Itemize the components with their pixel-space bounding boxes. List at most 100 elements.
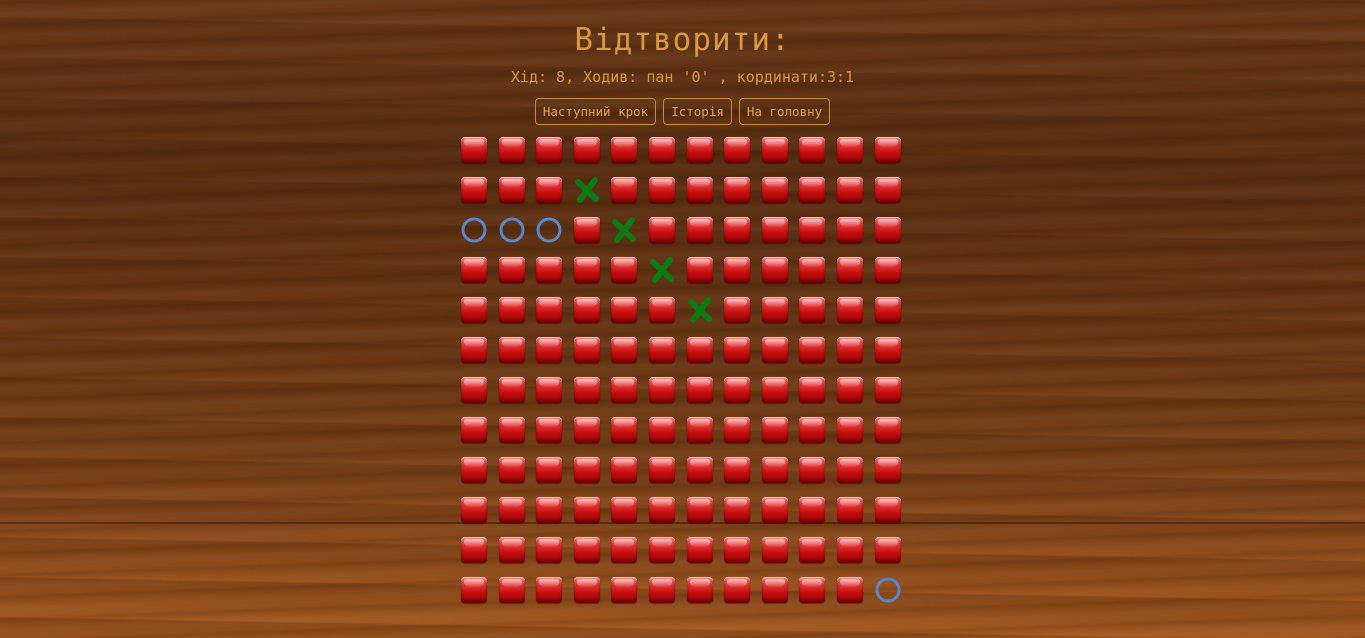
- empty-cell[interactable]: [686, 577, 713, 603]
- empty-cell[interactable]: [461, 377, 487, 403]
- empty-cell[interactable]: [573, 457, 600, 483]
- empty-cell[interactable]: [536, 537, 563, 563]
- empty-cell[interactable]: [724, 137, 751, 163]
- empty-cell[interactable]: [573, 377, 600, 403]
- empty-cell[interactable]: [761, 177, 788, 203]
- empty-cell[interactable]: [836, 497, 863, 523]
- empty-cell[interactable]: [874, 417, 901, 443]
- empty-cell[interactable]: [799, 537, 826, 563]
- empty-cell[interactable]: [686, 377, 713, 403]
- empty-cell[interactable]: [536, 137, 563, 163]
- empty-cell[interactable]: [724, 497, 751, 523]
- empty-cell[interactable]: [874, 537, 901, 563]
- empty-cell[interactable]: [724, 577, 751, 603]
- empty-cell[interactable]: [761, 257, 788, 283]
- empty-cell[interactable]: [799, 217, 826, 243]
- empty-cell[interactable]: [536, 377, 563, 403]
- empty-cell[interactable]: [648, 177, 675, 203]
- empty-cell[interactable]: [611, 417, 638, 443]
- empty-cell[interactable]: [874, 337, 901, 363]
- empty-cell[interactable]: [836, 457, 863, 483]
- empty-cell[interactable]: [836, 257, 863, 283]
- home-button[interactable]: На головну: [738, 98, 831, 125]
- empty-cell[interactable]: [536, 257, 563, 283]
- empty-cell[interactable]: [573, 577, 600, 603]
- o-mark-cell[interactable]: [461, 217, 487, 243]
- empty-cell[interactable]: [648, 137, 675, 163]
- empty-cell[interactable]: [648, 377, 675, 403]
- empty-cell[interactable]: [611, 137, 638, 163]
- empty-cell[interactable]: [724, 537, 751, 563]
- empty-cell[interactable]: [874, 497, 901, 523]
- empty-cell[interactable]: [686, 137, 713, 163]
- empty-cell[interactable]: [498, 417, 525, 443]
- empty-cell[interactable]: [498, 497, 525, 523]
- empty-cell[interactable]: [648, 497, 675, 523]
- empty-cell[interactable]: [648, 417, 675, 443]
- empty-cell[interactable]: [611, 457, 638, 483]
- empty-cell[interactable]: [498, 257, 525, 283]
- empty-cell[interactable]: [498, 537, 525, 563]
- empty-cell[interactable]: [611, 337, 638, 363]
- empty-cell[interactable]: [724, 257, 751, 283]
- empty-cell[interactable]: [874, 177, 901, 203]
- empty-cell[interactable]: [761, 337, 788, 363]
- empty-cell[interactable]: [836, 417, 863, 443]
- empty-cell[interactable]: [836, 137, 863, 163]
- empty-cell[interactable]: [724, 377, 751, 403]
- empty-cell[interactable]: [648, 297, 675, 323]
- next-step-button[interactable]: Наступний крок: [534, 98, 657, 125]
- empty-cell[interactable]: [724, 457, 751, 483]
- empty-cell[interactable]: [799, 257, 826, 283]
- empty-cell[interactable]: [573, 537, 600, 563]
- empty-cell[interactable]: [724, 417, 751, 443]
- empty-cell[interactable]: [799, 417, 826, 443]
- empty-cell[interactable]: [498, 137, 525, 163]
- empty-cell[interactable]: [724, 337, 751, 363]
- empty-cell[interactable]: [461, 137, 487, 163]
- empty-cell[interactable]: [573, 337, 600, 363]
- empty-cell[interactable]: [686, 537, 713, 563]
- empty-cell[interactable]: [611, 177, 638, 203]
- empty-cell[interactable]: [761, 137, 788, 163]
- empty-cell[interactable]: [686, 457, 713, 483]
- empty-cell[interactable]: [611, 577, 638, 603]
- history-button[interactable]: Історія: [663, 98, 732, 125]
- empty-cell[interactable]: [761, 297, 788, 323]
- empty-cell[interactable]: [799, 577, 826, 603]
- empty-cell[interactable]: [799, 297, 826, 323]
- empty-cell[interactable]: [724, 177, 751, 203]
- empty-cell[interactable]: [461, 537, 487, 563]
- empty-cell[interactable]: [536, 577, 563, 603]
- empty-cell[interactable]: [648, 537, 675, 563]
- empty-cell[interactable]: [874, 377, 901, 403]
- empty-cell[interactable]: [761, 417, 788, 443]
- empty-cell[interactable]: [761, 537, 788, 563]
- empty-cell[interactable]: [761, 377, 788, 403]
- empty-cell[interactable]: [836, 377, 863, 403]
- empty-cell[interactable]: [874, 137, 901, 163]
- empty-cell[interactable]: [461, 457, 487, 483]
- empty-cell[interactable]: [461, 257, 487, 283]
- empty-cell[interactable]: [836, 177, 863, 203]
- empty-cell[interactable]: [498, 457, 525, 483]
- x-mark-cell[interactable]: [687, 297, 713, 323]
- empty-cell[interactable]: [461, 177, 487, 203]
- empty-cell[interactable]: [799, 457, 826, 483]
- empty-cell[interactable]: [573, 497, 600, 523]
- empty-cell[interactable]: [874, 257, 901, 283]
- empty-cell[interactable]: [648, 217, 675, 243]
- empty-cell[interactable]: [686, 337, 713, 363]
- empty-cell[interactable]: [836, 577, 863, 603]
- empty-cell[interactable]: [536, 497, 563, 523]
- empty-cell[interactable]: [874, 457, 901, 483]
- empty-cell[interactable]: [611, 537, 638, 563]
- empty-cell[interactable]: [536, 417, 563, 443]
- empty-cell[interactable]: [874, 297, 901, 323]
- o-mark-cell[interactable]: [499, 217, 525, 243]
- empty-cell[interactable]: [799, 177, 826, 203]
- empty-cell[interactable]: [461, 577, 487, 603]
- empty-cell[interactable]: [724, 217, 751, 243]
- empty-cell[interactable]: [536, 177, 563, 203]
- empty-cell[interactable]: [874, 217, 901, 243]
